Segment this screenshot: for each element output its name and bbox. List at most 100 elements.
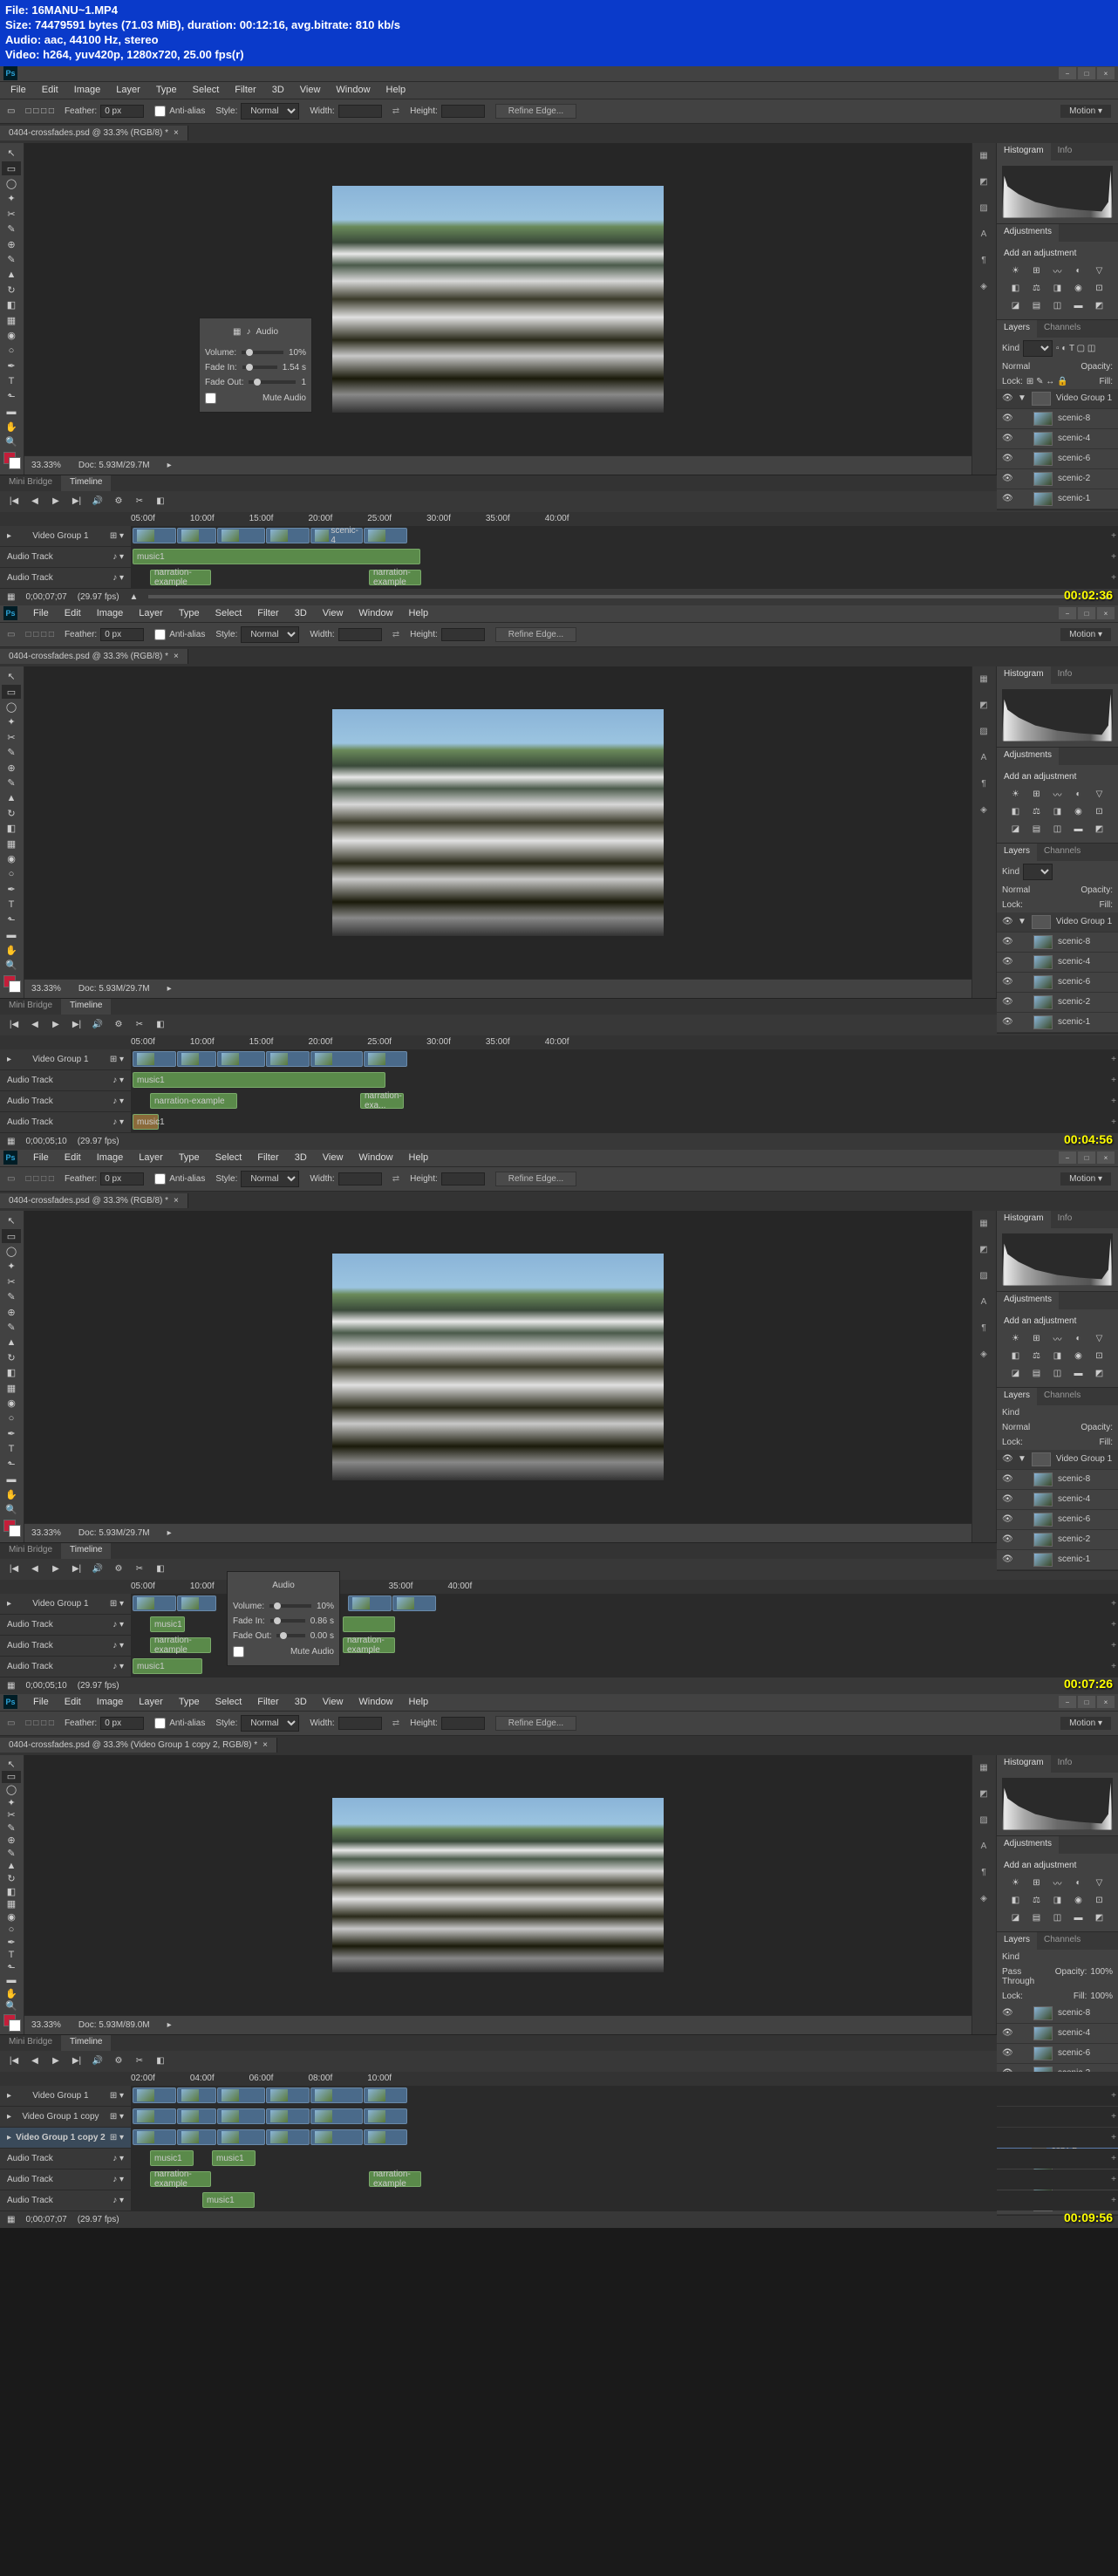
zoom-level[interactable]: 33.33% bbox=[31, 461, 61, 470]
fadein-slider[interactable] bbox=[242, 366, 277, 369]
layer-filter-icons[interactable]: ▫ ◐ T ▢ ◫ bbox=[1056, 344, 1095, 353]
video-track[interactable]: ▸Video Group 1⊞ ▾ scenic-4 + bbox=[0, 526, 1118, 547]
posterize-icon[interactable]: ▤ bbox=[1029, 300, 1045, 312]
photofilter-icon[interactable]: ◉ bbox=[1071, 283, 1087, 295]
menu-image[interactable]: Image bbox=[67, 83, 108, 97]
marquee-tool-icon[interactable]: ▭ bbox=[7, 106, 15, 116]
channels-tab[interactable]: Channels bbox=[1037, 320, 1087, 338]
paragraph-icon[interactable]: ¶ bbox=[974, 251, 993, 270]
workspace-selector[interactable]: Motion ▾ bbox=[1060, 105, 1111, 118]
character-icon[interactable]: A bbox=[974, 225, 993, 244]
histogram-tab[interactable]: Histogram bbox=[997, 143, 1051, 161]
goto-first-frame-icon[interactable]: |◀ bbox=[7, 495, 21, 509]
fadeout-slider[interactable] bbox=[249, 380, 296, 384]
adjustments-tab[interactable]: Adjustments bbox=[997, 224, 1059, 242]
minimize-button[interactable]: − bbox=[1059, 67, 1076, 79]
feather-input[interactable] bbox=[100, 105, 144, 118]
gradientmap-icon[interactable]: ▬ bbox=[1071, 300, 1087, 312]
cube-icon[interactable]: ◈ bbox=[974, 277, 993, 297]
add-audio-icon[interactable]: + bbox=[1111, 552, 1116, 562]
video-clip[interactable] bbox=[177, 528, 216, 543]
lasso-tool-icon[interactable]: ◯ bbox=[2, 176, 21, 190]
zoom-slider[interactable] bbox=[148, 595, 1092, 598]
video-clip[interactable] bbox=[364, 528, 407, 543]
selection-mode-icons[interactable]: □ □ □ □ bbox=[25, 106, 54, 116]
info-tab[interactable]: Info bbox=[1051, 143, 1080, 161]
history-brush-icon[interactable]: ↻ bbox=[2, 283, 21, 297]
menu-filter[interactable]: Filter bbox=[228, 83, 262, 97]
audio-track[interactable]: Audio Track♪ ▾ narration-examplenarratio… bbox=[0, 568, 1118, 589]
next-frame-icon[interactable]: ▶| bbox=[70, 495, 84, 509]
exposure-icon[interactable]: ◐ bbox=[1071, 265, 1087, 277]
video-clip[interactable] bbox=[217, 528, 265, 543]
close-tab-icon[interactable]: × bbox=[174, 128, 179, 138]
eyedropper-tool-icon[interactable]: ✎ bbox=[2, 222, 21, 236]
expand-arrow-icon[interactable]: ▼ bbox=[1018, 393, 1026, 403]
blend-mode-select[interactable]: Normal bbox=[1002, 362, 1030, 372]
shape-tool-icon[interactable]: ▬ bbox=[2, 404, 21, 418]
timeline-tab[interactable]: Timeline bbox=[61, 475, 111, 491]
tools-panel[interactable]: ↖ ▭ ◯ ✦ ✂ ✎ ⊕ ✎ ▲ ↻ ◧ ▦ ◉ ○ ✒ T ⬑ ▬ ✋ 🔍 bbox=[0, 143, 24, 475]
menu-help[interactable]: Help bbox=[379, 83, 413, 97]
menu-select[interactable]: Select bbox=[186, 83, 227, 97]
antialias-checkbox[interactable] bbox=[154, 106, 166, 117]
bw-icon[interactable]: ◨ bbox=[1050, 283, 1066, 295]
color-swatches[interactable] bbox=[2, 452, 22, 471]
zoom-out-icon[interactable]: ▲ bbox=[130, 592, 139, 602]
visibility-icon[interactable]: 👁 bbox=[1002, 393, 1012, 404]
menu-file[interactable]: File bbox=[3, 83, 33, 97]
marquee-tool-icon[interactable]: ▭ bbox=[2, 161, 21, 175]
video-clip[interactable]: scenic-4 bbox=[310, 528, 363, 543]
crop-tool-icon[interactable]: ✂ bbox=[2, 207, 21, 221]
minibridge-tab[interactable]: Mini Bridge bbox=[0, 475, 61, 491]
menu-view[interactable]: View bbox=[293, 83, 328, 97]
prev-frame-icon[interactable]: ◀ bbox=[28, 495, 42, 509]
brush-tool-icon[interactable]: ✎ bbox=[2, 252, 21, 266]
video-settings-icon[interactable]: ▦ bbox=[233, 327, 241, 337]
layers-tab[interactable]: Layers bbox=[997, 320, 1037, 338]
path-tool-icon[interactable]: ⬑ bbox=[2, 389, 21, 403]
pen-tool-icon[interactable]: ✒ bbox=[2, 359, 21, 372]
mute-icon[interactable]: 🔊 bbox=[91, 495, 105, 509]
layer-row[interactable]: 👁scenic-1 bbox=[997, 489, 1118, 509]
layer-filter-select[interactable] bbox=[1023, 340, 1053, 357]
healing-tool-icon[interactable]: ⊕ bbox=[2, 237, 21, 251]
zoom-tool-icon[interactable]: 🔍 bbox=[2, 434, 21, 448]
gradient-tool-icon[interactable]: ▦ bbox=[2, 313, 21, 327]
navigator-icon[interactable]: ▦ bbox=[974, 147, 993, 166]
collapsed-panel-dock[interactable]: ▦ ◩ ▨ A ¶ ◈ bbox=[971, 143, 996, 475]
audio-track[interactable]: Audio Track♪ ▾ music1+ bbox=[0, 547, 1118, 568]
lock-icons[interactable]: ⊞ ✎ ↔ 🔒 bbox=[1026, 377, 1068, 386]
selective-icon[interactable]: ◩ bbox=[1092, 300, 1108, 312]
colorbalance-icon[interactable]: ⚖ bbox=[1029, 283, 1045, 295]
layer-row[interactable]: 👁scenic-4 bbox=[997, 429, 1118, 449]
frame-mode-icon[interactable]: ▦ bbox=[7, 592, 15, 602]
curves-icon[interactable]: 〰 bbox=[1050, 265, 1066, 277]
height-input[interactable] bbox=[441, 105, 485, 118]
vibrance-icon[interactable]: ▽ bbox=[1092, 265, 1108, 277]
audio-icon[interactable]: ♪ ▾ bbox=[112, 552, 124, 562]
maximize-button[interactable]: □ bbox=[1078, 67, 1095, 79]
threshold-icon[interactable]: ◫ bbox=[1050, 300, 1066, 312]
brightness-icon[interactable]: ☀ bbox=[1008, 265, 1024, 277]
move-tool-icon[interactable]: ↖ bbox=[2, 147, 21, 161]
hue-icon[interactable]: ◧ bbox=[1008, 283, 1024, 295]
audio-clip[interactable]: narration-example bbox=[150, 570, 211, 585]
audio-clip[interactable]: music1 bbox=[133, 549, 420, 564]
menu-bar[interactable]: File Edit Image Layer Type Select Filter… bbox=[0, 82, 1118, 99]
audio-settings-icon[interactable]: ♪ bbox=[246, 327, 250, 337]
invert-icon[interactable]: ◪ bbox=[1008, 300, 1024, 312]
close-button[interactable]: × bbox=[1097, 67, 1115, 79]
color-icon[interactable]: ◩ bbox=[974, 173, 993, 192]
play-icon[interactable]: ▶ bbox=[49, 495, 63, 509]
audio-clip[interactable]: narration-example bbox=[369, 570, 421, 585]
menu-layer[interactable]: Layer bbox=[109, 83, 147, 97]
add-media-icon[interactable]: + bbox=[1111, 531, 1116, 541]
track-menu-icon[interactable]: ⊞ ▾ bbox=[110, 531, 124, 541]
canvas-viewport[interactable]: ▦♪Audio Volume:10% Fade In:1.54 s Fade O… bbox=[24, 143, 971, 455]
menu-window[interactable]: Window bbox=[329, 83, 377, 97]
layer-row[interactable]: 👁scenic-8 bbox=[997, 409, 1118, 429]
menu-edit[interactable]: Edit bbox=[35, 83, 65, 97]
layer-group-row[interactable]: 👁▼Video Group 1 bbox=[997, 389, 1118, 409]
current-time[interactable]: 0;00;07;07 bbox=[25, 592, 66, 602]
